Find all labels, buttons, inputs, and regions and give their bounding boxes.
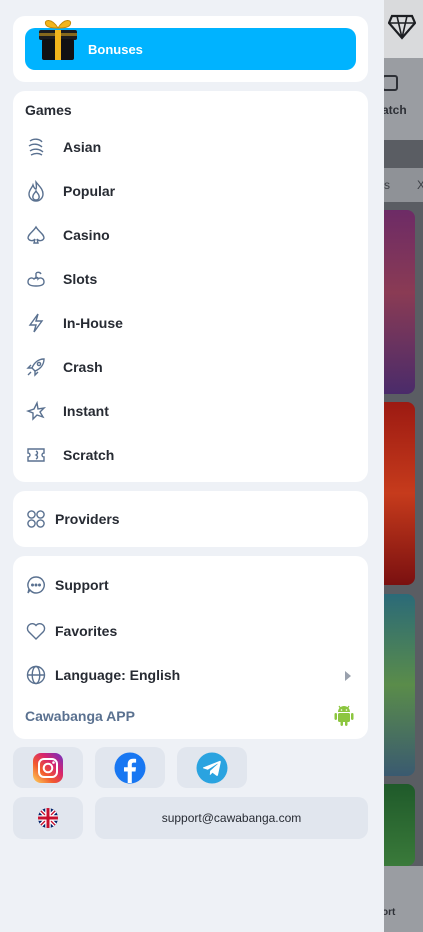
background-header (384, 0, 423, 58)
language-flag-button[interactable] (13, 797, 83, 839)
menu-item-asian[interactable]: Asian (25, 131, 355, 163)
menu-item-in-house[interactable]: In-House (25, 307, 355, 339)
providers-panel: Providers (13, 491, 368, 547)
flame-icon (28, 180, 44, 202)
menu-item-instant[interactable]: Instant (25, 395, 355, 427)
instagram-icon (33, 752, 63, 783)
heart-icon (26, 623, 46, 640)
menu-item-label: Casino (63, 227, 110, 243)
star-icon (25, 400, 47, 421)
language-label: Language: English (55, 667, 181, 683)
menu-item-label: In-House (63, 315, 123, 331)
telegram-button[interactable] (177, 747, 247, 788)
background-filter-x[interactable]: X (417, 178, 423, 192)
game-card[interactable] (384, 594, 415, 776)
game-card[interactable] (384, 210, 415, 394)
bonuses-label: Bonuses (88, 41, 143, 57)
chat-icon (27, 576, 45, 594)
rocket-icon (26, 358, 45, 377)
games-panel: Games Asian Popular Casino Slots In-Hous… (13, 91, 368, 482)
lightning-icon (28, 313, 44, 333)
gift-icon (39, 20, 77, 60)
app-download-label[interactable]: Cawabanga APP (25, 708, 135, 724)
uk-flag-icon (38, 808, 58, 828)
side-drawer: Bonuses Games Asian Popular Casino Slots… (0, 0, 384, 932)
misc-panel: Support Favorites Language: English Cawa… (13, 556, 368, 739)
facebook-button[interactable] (95, 747, 165, 788)
menu-item-label: Slots (63, 271, 98, 287)
support-email-button[interactable]: support@cawabanga.com (95, 797, 368, 839)
providers-label: Providers (55, 511, 120, 527)
diamond-icon[interactable] (388, 14, 416, 40)
background-tab-label[interactable]: atch (384, 103, 407, 117)
menu-item-slots[interactable]: Slots (25, 263, 355, 295)
support-button[interactable]: Support (25, 569, 355, 601)
ticket-icon (27, 448, 45, 462)
support-label: Support (55, 577, 109, 593)
instagram-button[interactable] (13, 747, 83, 788)
bonuses-button[interactable]: Bonuses (25, 20, 356, 70)
games-heading: Games (25, 102, 72, 118)
menu-item-casino[interactable]: Casino (25, 219, 355, 251)
telegram-icon (196, 752, 228, 783)
background-bottom-label[interactable]: ort (384, 907, 395, 918)
android-icon[interactable] (333, 703, 355, 727)
background-filter-text[interactable]: ys (384, 178, 390, 192)
menu-item-label: Popular (63, 183, 116, 199)
menu-item-crash[interactable]: Crash (25, 351, 355, 383)
facebook-icon (114, 752, 146, 783)
providers-button[interactable]: Providers (25, 503, 355, 535)
bonus-panel: Bonuses (13, 16, 368, 82)
menu-item-label: Scratch (63, 447, 115, 463)
favorites-label: Favorites (55, 623, 118, 639)
asian-icon (28, 138, 44, 156)
game-card[interactable] (384, 784, 415, 866)
language-button[interactable]: Language: English (25, 659, 355, 691)
menu-item-popular[interactable]: Popular (25, 175, 355, 207)
menu-item-label: Asian (63, 139, 102, 155)
chevron-right-icon[interactable] (345, 671, 351, 681)
background-app: atch ys X ort (384, 0, 423, 932)
providers-icon (27, 510, 45, 528)
background-tabs (384, 58, 423, 140)
spade-icon (27, 225, 45, 244)
menu-item-scratch[interactable]: Scratch (25, 439, 355, 471)
background-scratch-icon (384, 75, 398, 91)
favorites-button[interactable]: Favorites (25, 615, 355, 647)
menu-item-label: Crash (63, 359, 103, 375)
game-card[interactable] (384, 402, 415, 585)
menu-item-label: Instant (63, 403, 109, 419)
globe-icon (26, 665, 46, 685)
cherry-icon (27, 271, 45, 287)
background-bottom-nav (384, 866, 423, 932)
